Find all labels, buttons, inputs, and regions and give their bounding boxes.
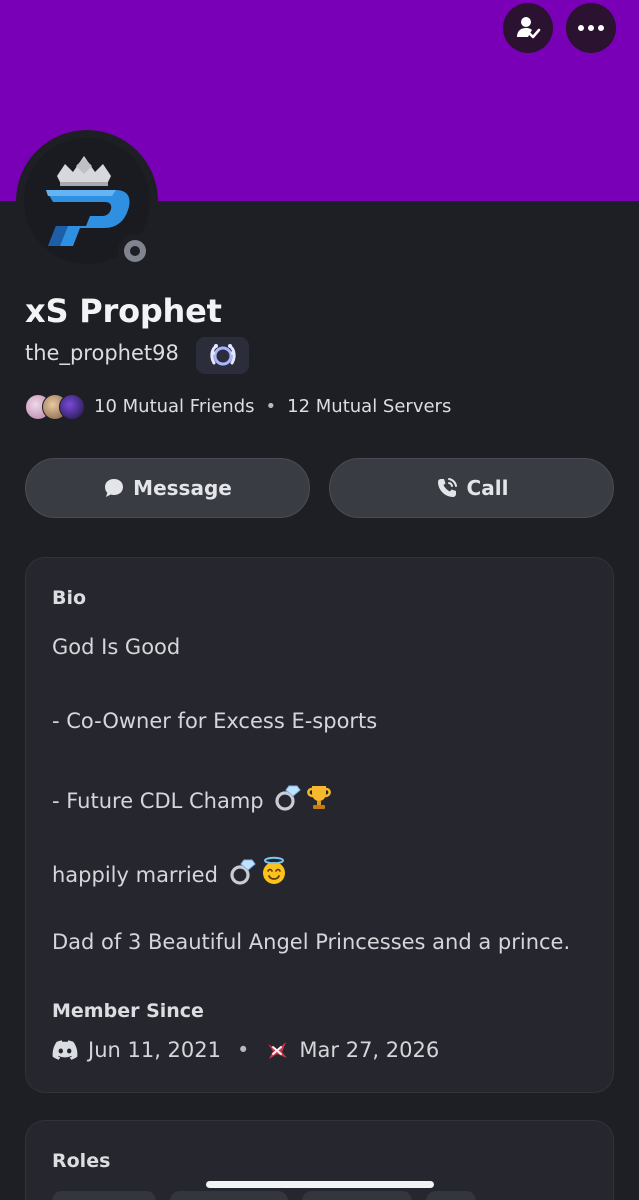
mutual-info: 10 Mutual Friends • 12 Mutual Servers	[94, 396, 451, 417]
mutual-friends-link[interactable]: 10 Mutual Friends	[94, 396, 255, 417]
status-dot-outer	[124, 240, 146, 262]
mutual-friends-avatars[interactable]	[25, 394, 87, 420]
discord-join-date: Jun 11, 2021	[88, 1038, 222, 1062]
role-pill[interactable]	[426, 1191, 476, 1200]
server-join-date: Mar 27, 2026	[299, 1038, 440, 1062]
role-pill[interactable]	[52, 1191, 156, 1200]
separator-dot: •	[265, 396, 277, 417]
discord-logo-icon	[52, 1040, 78, 1060]
role-pill[interactable]	[302, 1191, 412, 1200]
more-options-button[interactable]	[566, 3, 616, 53]
bio-line: God Is Good	[52, 635, 181, 659]
bio-heading: Bio	[52, 587, 87, 609]
bio-line-with-emojis: - Future CDL Champ	[52, 782, 334, 813]
bio-card: Bio God Is Good - Co-Owner for Excess E-…	[25, 557, 614, 1093]
offline-status-indicator	[118, 234, 152, 268]
message-button[interactable]: Message	[25, 458, 310, 518]
mutual-avatar	[59, 394, 85, 420]
ring-emoji	[275, 785, 302, 811]
phone-call-icon	[437, 478, 457, 497]
friend-check-icon	[517, 17, 541, 39]
angel-face-emoji	[262, 856, 285, 884]
role-pill[interactable]	[170, 1191, 288, 1200]
username[interactable]: the_prophet98	[25, 341, 179, 365]
friend-status-button[interactable]	[503, 3, 553, 53]
laurel-wreath-icon	[209, 343, 236, 365]
server-icon	[268, 1042, 288, 1059]
call-button[interactable]: Call	[329, 458, 614, 518]
bio-line-with-emojis: happily married	[52, 856, 289, 887]
ring-emoji	[230, 859, 256, 885]
member-since-heading: Member Since	[52, 1000, 204, 1022]
call-label: Call	[466, 476, 509, 500]
status-dot-inner	[130, 246, 140, 256]
bio-line: - Co-Owner for Excess E-sports	[52, 709, 378, 733]
display-name: xS Prophet	[25, 292, 222, 330]
profile-screen: xS Prophet the_prophet98 10 Mutual Frien…	[0, 0, 639, 1200]
more-dots-icon	[578, 25, 604, 31]
bio-line-text: happily married	[52, 863, 218, 887]
separator-dot: •	[237, 1038, 250, 1062]
member-since-row: Jun 11, 2021 • Mar 27, 2026	[52, 1038, 439, 1062]
message-label: Message	[133, 476, 232, 500]
chat-bubble-icon	[105, 479, 124, 497]
home-indicator[interactable]	[206, 1181, 434, 1188]
roles-card: Roles	[25, 1120, 614, 1200]
roles-heading: Roles	[52, 1150, 111, 1172]
trophy-emoji	[307, 786, 332, 809]
bio-line: Dad of 3 Beautiful Angel Princesses and …	[52, 930, 571, 954]
mutual-servers-link[interactable]: 12 Mutual Servers	[287, 396, 451, 417]
profile-badge[interactable]	[196, 337, 249, 374]
bio-line-text: - Future CDL Champ	[52, 789, 264, 813]
